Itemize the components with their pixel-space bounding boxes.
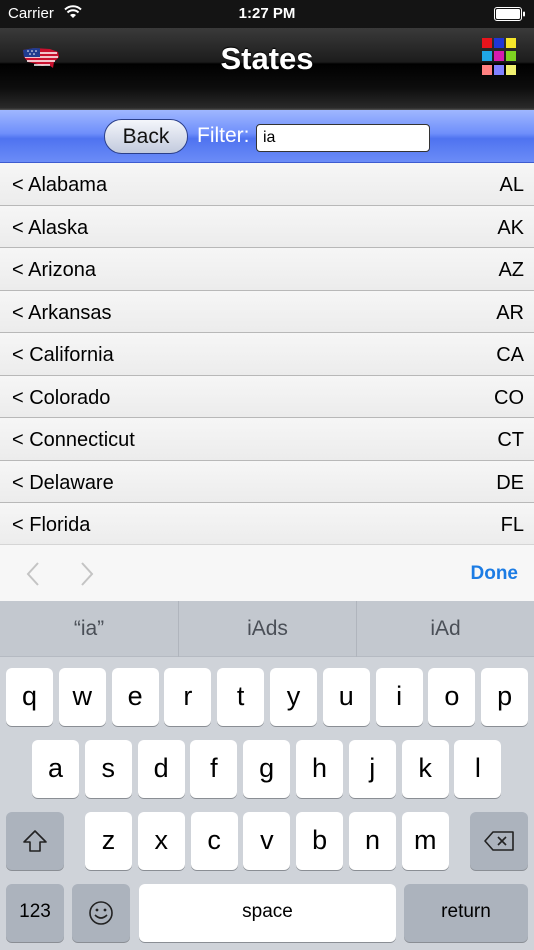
- palette-swatch: [494, 51, 504, 62]
- state-abbreviation: AK: [497, 216, 524, 239]
- state-list: < Alabama AL < Alaska AK < Arizona AZ < Arkans…: [0, 163, 534, 544]
- space-key[interactable]: space: [139, 884, 396, 942]
- key-n[interactable]: n: [349, 812, 396, 870]
- state-abbreviation: AZ: [498, 259, 524, 281]
- filter-input[interactable]: [256, 124, 430, 152]
- key-d[interactable]: d: [137, 740, 185, 798]
- palette-swatch: [482, 64, 492, 75]
- palette-swatch: [494, 38, 504, 48]
- state-abbreviation: AL: [499, 174, 524, 196]
- palette-swatch: [494, 64, 504, 75]
- key-q[interactable]: q: [6, 668, 53, 726]
- palette-swatch: [506, 38, 516, 48]
- state-name: < Connecticut: [12, 429, 135, 451]
- key-f[interactable]: f: [190, 740, 238, 798]
- suggestion-bar: “ia” iAds iAd: [0, 601, 534, 657]
- key-s[interactable]: s: [84, 740, 132, 798]
- key-r[interactable]: r: [164, 668, 212, 726]
- clock: 1:27 PM: [238, 5, 296, 22]
- palette-swatch: [482, 38, 492, 48]
- state-row[interactable]: < Alabama AL: [0, 163, 534, 206]
- key-k[interactable]: k: [401, 740, 449, 798]
- numbers-key[interactable]: 123: [6, 884, 64, 942]
- navigation-bar: States: [0, 28, 534, 110]
- key-j[interactable]: j: [348, 740, 396, 798]
- key-w[interactable]: w: [58, 668, 106, 726]
- state-abbreviation: CT: [497, 429, 524, 451]
- backspace-icon: [484, 831, 514, 851]
- emoji-icon: [89, 901, 113, 925]
- key-v[interactable]: v: [243, 812, 291, 870]
- key-c[interactable]: c: [190, 812, 238, 870]
- emoji-key[interactable]: [72, 884, 130, 942]
- chevron-left-icon[interactable]: [26, 561, 40, 587]
- state-abbreviation: FL: [500, 514, 524, 536]
- suggestion-item[interactable]: iAd: [356, 601, 534, 657]
- state-abbreviation: DE: [496, 471, 524, 494]
- suggestion-item[interactable]: iAds: [178, 601, 356, 657]
- key-p[interactable]: p: [481, 668, 529, 726]
- key-h[interactable]: h: [296, 740, 343, 798]
- state-name: < Arizona: [12, 259, 96, 281]
- shift-key[interactable]: [6, 812, 64, 870]
- state-name: < Alaska: [12, 216, 89, 239]
- palette-swatch: [482, 51, 492, 62]
- shift-icon: [23, 830, 47, 852]
- key-y[interactable]: y: [270, 668, 317, 726]
- keyboard: “ia” iAds iAd qwertyuiop asdfghjkl zxcvbnm…: [0, 601, 534, 950]
- color-palette-icon[interactable]: [482, 38, 520, 76]
- delete-key[interactable]: [470, 812, 528, 870]
- state-abbreviation: CA: [496, 344, 524, 366]
- suggestion-item[interactable]: “ia”: [0, 601, 178, 657]
- state-row[interactable]: < Florida FL: [0, 503, 534, 544]
- state-name: < Delaware: [12, 471, 114, 494]
- back-button[interactable]: Back: [104, 119, 188, 154]
- key-z[interactable]: z: [85, 812, 132, 870]
- key-m[interactable]: m: [401, 812, 449, 870]
- key-u[interactable]: u: [322, 668, 370, 726]
- chevron-right-icon[interactable]: [80, 561, 94, 587]
- state-row[interactable]: < Connecticut CT: [0, 418, 534, 461]
- state-name: < Arkansas: [12, 301, 112, 324]
- key-a[interactable]: a: [32, 740, 79, 798]
- palette-swatch: [506, 51, 516, 62]
- state-row[interactable]: < Colorado CO: [0, 375, 534, 418]
- state-abbreviation: CO: [494, 386, 524, 409]
- state-row[interactable]: < Arkansas AR: [0, 290, 534, 333]
- battery-icon: [494, 7, 525, 21]
- status-bar: Carrier 1:27 PM: [0, 0, 534, 28]
- filter-bar: Back Filter:: [0, 110, 534, 163]
- palette-swatch: [506, 64, 516, 75]
- key-x[interactable]: x: [137, 812, 185, 870]
- key-o[interactable]: o: [428, 668, 476, 726]
- key-t[interactable]: t: [217, 668, 265, 726]
- state-abbreviation: AR: [496, 301, 524, 324]
- state-row[interactable]: < California CA: [0, 333, 534, 376]
- state-row[interactable]: < Delaware DE: [0, 460, 534, 503]
- filter-label: Filter:: [197, 124, 250, 147]
- state-row[interactable]: < Alaska AK: [0, 205, 534, 248]
- key-b[interactable]: b: [296, 812, 344, 870]
- key-g[interactable]: g: [243, 740, 291, 798]
- key-i[interactable]: i: [375, 668, 423, 726]
- state-name: < Alabama: [12, 174, 108, 196]
- state-name: < Florida: [12, 514, 91, 536]
- page-title: States: [220, 41, 314, 76]
- return-key[interactable]: return: [404, 884, 528, 942]
- state-row[interactable]: < Arizona AZ: [0, 248, 534, 291]
- key-l[interactable]: l: [454, 740, 502, 798]
- state-name: < Colorado: [12, 386, 111, 409]
- key-e[interactable]: e: [111, 668, 159, 726]
- keyboard-accessory-bar: Done: [0, 544, 534, 601]
- done-button[interactable]: Done: [471, 563, 519, 585]
- state-name: < California: [12, 344, 114, 366]
